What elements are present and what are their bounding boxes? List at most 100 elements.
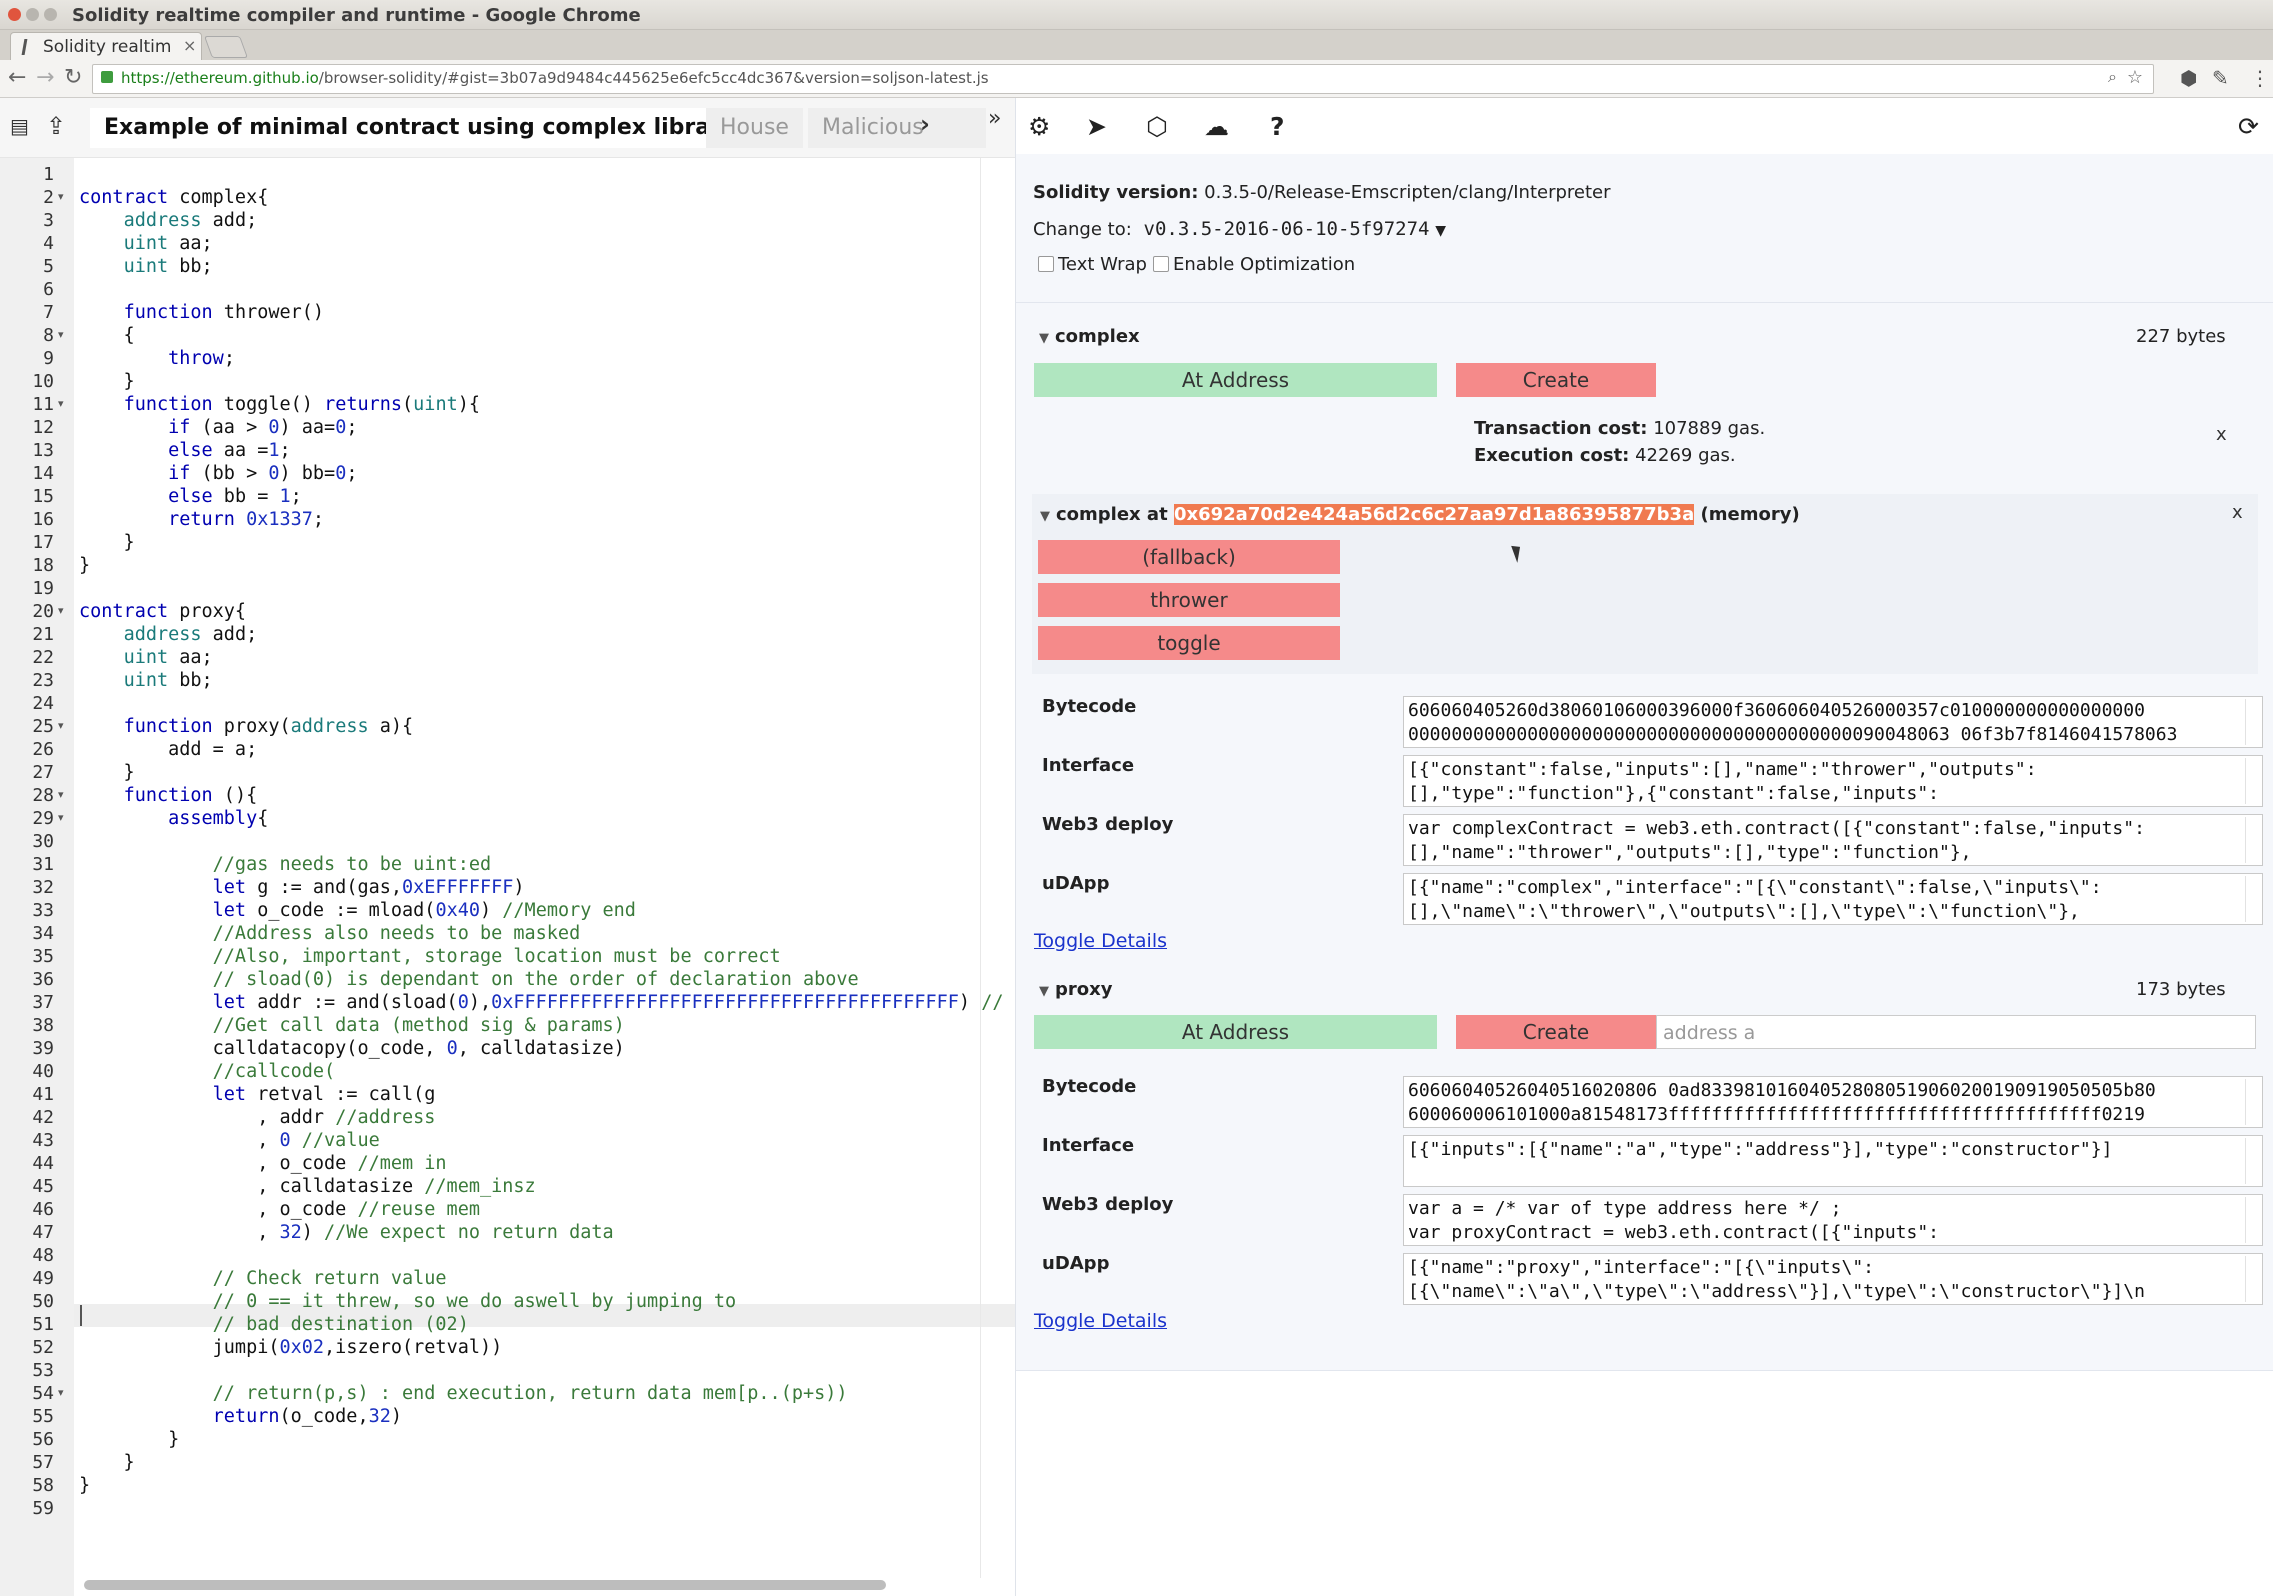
address-input[interactable]: address a [1656, 1015, 2256, 1049]
web3-deploy-textarea[interactable]: var complexContract = web3.eth.contract(… [1403, 814, 2263, 866]
forward-icon[interactable]: → [36, 65, 54, 90]
code-line[interactable]: function thrower() [79, 301, 325, 324]
fold-arrow-icon[interactable]: ▾ [58, 788, 64, 801]
fold-arrow-icon[interactable]: ▾ [58, 604, 64, 617]
create-button[interactable]: Create [1456, 1015, 1656, 1049]
code-line[interactable]: } [79, 370, 135, 393]
fold-arrow-icon[interactable]: ▾ [58, 1386, 64, 1399]
udapp-textarea[interactable]: [{"name":"complex","interface":"[{\"cons… [1403, 873, 2263, 925]
fold-arrow-icon[interactable]: ▾ [58, 328, 64, 341]
thrower-button[interactable]: thrower [1038, 583, 1340, 617]
code-line[interactable]: function (){ [79, 784, 258, 807]
code-line[interactable]: //Address also needs to be masked [79, 922, 581, 945]
file-tab-malicious[interactable]: Malicious [808, 108, 986, 148]
code-line[interactable]: assembly{ [79, 807, 268, 830]
code-line[interactable]: uint aa; [79, 232, 213, 255]
browser-tab[interactable]: Solidity realtim × [10, 32, 202, 61]
toggle-details-link[interactable]: Toggle Details [1034, 930, 1167, 952]
code-line[interactable]: throw; [79, 347, 235, 370]
code-line[interactable]: contract proxy{ [79, 600, 246, 623]
extension-alert-icon[interactable]: ✎ [2212, 66, 2229, 90]
code-line[interactable]: contract complex{ [79, 186, 268, 209]
gear-icon[interactable]: ⚙ [1028, 112, 1050, 141]
collapse-icon[interactable]: ▼ [1039, 331, 1049, 346]
horizontal-scrollbar[interactable] [84, 1580, 886, 1590]
code-line[interactable]: function toggle() returns(uint){ [79, 393, 480, 416]
fallback-button[interactable]: (fallback) [1038, 540, 1340, 574]
code-editor[interactable]: 1 2 ▾ 3 4 5 6 7 8 ▾ 9 10 11 ▾ 12 13 14 15 16 17 18 19 20 ▾ 21 22 2… [0, 158, 1015, 1596]
code-line[interactable]: } [79, 531, 135, 554]
fold-arrow-icon[interactable]: ▾ [58, 397, 64, 410]
back-icon[interactable]: ← [8, 65, 26, 90]
code-line[interactable]: function proxy(address a){ [79, 715, 414, 738]
toggle-button[interactable]: toggle [1038, 626, 1340, 660]
code-line[interactable]: calldatacopy(o_code, 0, calldatasize) [79, 1037, 625, 1060]
web3-deploy-textarea[interactable]: var a = /* var of type address here */ ;… [1403, 1194, 2263, 1246]
code-line[interactable]: , o_code //reuse mem [79, 1198, 480, 1221]
scroll-tabs-right-icon[interactable]: › [920, 110, 930, 138]
code-line[interactable]: } [79, 1474, 90, 1497]
code-line[interactable]: else aa =1; [79, 439, 291, 462]
code-line[interactable]: //gas needs to be uint:ed [79, 853, 491, 876]
code-line[interactable]: uint bb; [79, 255, 213, 278]
cube-icon[interactable]: ⬡ [1146, 112, 1168, 141]
fold-arrow-icon[interactable]: ▾ [58, 719, 64, 732]
upload-icon[interactable]: ⇪ [46, 112, 66, 140]
reload-icon[interactable]: ↻ [64, 65, 82, 90]
toggle-details-link[interactable]: Toggle Details [1034, 1310, 1167, 1332]
code-line[interactable]: jumpi(0x02,iszero(retval)) [79, 1336, 503, 1359]
fold-arrow-icon[interactable]: ▾ [58, 190, 64, 203]
at-address-button[interactable]: At Address [1034, 1015, 1437, 1049]
collapse-icon[interactable]: ▼ [1040, 509, 1050, 524]
code-line[interactable]: //Get call data (method sig & params) [79, 1014, 625, 1037]
text-wrap-option[interactable]: Text Wrap [1038, 254, 1147, 275]
code-line[interactable]: address add; [79, 623, 258, 646]
code-line[interactable]: address add; [79, 209, 258, 232]
at-address-button[interactable]: At Address [1034, 363, 1437, 397]
bookmark-star-icon[interactable]: ☆ [2127, 67, 2143, 88]
code-line[interactable]: return 0x1337; [79, 508, 324, 531]
text-wrap-checkbox[interactable] [1038, 256, 1054, 272]
interface-textarea[interactable]: [{"constant":false,"inputs":[],"name":"t… [1403, 755, 2263, 807]
code-line[interactable]: { [79, 324, 135, 347]
code-line[interactable]: uint aa; [79, 646, 213, 669]
code-line[interactable]: // 0 == it threw, so we do aswell by jum… [79, 1290, 736, 1313]
help-icon[interactable]: ? [1270, 112, 1285, 141]
code-line[interactable]: //Also, important, storage location must… [79, 945, 781, 968]
code-line[interactable]: // return(p,s) : end execution, return d… [79, 1382, 848, 1405]
code-line[interactable]: if (aa > 0) aa=0; [79, 416, 357, 439]
tab-close-icon[interactable]: × [183, 36, 196, 55]
code-line[interactable]: , calldatasize //mem_insz [79, 1175, 535, 1198]
contract-title-proxy[interactable]: ▼ proxy [1039, 979, 1112, 1000]
code-line[interactable]: } [79, 1451, 135, 1474]
menu-icon[interactable]: ⋮ [2250, 66, 2270, 90]
interface-textarea[interactable]: [{"inputs":[{"name":"a","type":"address"… [1403, 1135, 2263, 1187]
code-line[interactable]: } [79, 1428, 179, 1451]
file-tab-house[interactable]: House [706, 108, 803, 148]
fold-arrow-icon[interactable]: ▾ [58, 811, 64, 824]
code-line[interactable]: , o_code //mem in [79, 1152, 446, 1175]
close-window-icon[interactable] [8, 8, 21, 21]
code-line[interactable]: // Check return value [79, 1267, 447, 1290]
address-bar[interactable]: https://ethereum.github.io/browser-solid… [92, 64, 2154, 94]
code-line[interactable]: , addr //address [79, 1106, 435, 1129]
zoom-icon[interactable]: ⌕ [2108, 67, 2117, 87]
optimization-checkbox[interactable] [1153, 256, 1169, 272]
close-instance-icon[interactable]: x [2232, 502, 2243, 523]
code-line[interactable]: uint bb; [79, 669, 213, 692]
code-line[interactable]: } [79, 761, 135, 784]
create-button[interactable]: Create [1456, 363, 1656, 397]
minimize-window-icon[interactable] [26, 8, 39, 21]
more-tabs-icon[interactable]: » [988, 106, 1001, 131]
send-icon[interactable]: ➤ [1086, 112, 1107, 141]
code-line[interactable]: return(o_code,32) [79, 1405, 402, 1428]
files-icon[interactable]: ▤ [10, 114, 29, 138]
code-line[interactable]: //callcode( [79, 1060, 336, 1083]
close-cost-icon[interactable]: x [2216, 424, 2227, 445]
code-line[interactable]: let o_code := mload(0x40) //Memory end [79, 899, 636, 922]
bytecode-textarea[interactable]: 606060405260d38060106000396000f360606040… [1403, 696, 2263, 748]
chevron-down-icon[interactable]: ▼ [1435, 223, 1446, 239]
sync-icon[interactable]: ⟳ [2238, 112, 2259, 141]
code-line[interactable]: // sload(0) is dependant on the order of… [79, 968, 859, 991]
version-select[interactable]: v0.3.5-2016-06-10-5f97274 [1144, 218, 1430, 240]
